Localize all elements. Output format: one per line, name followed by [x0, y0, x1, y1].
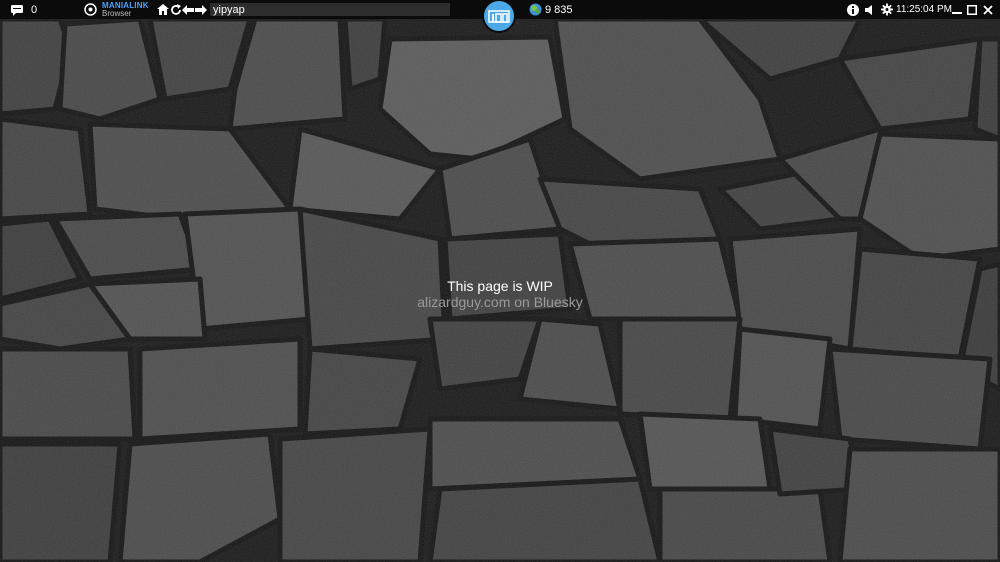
maniaplanet-home-icon[interactable] — [482, 0, 516, 33]
maximize-icon[interactable] — [966, 0, 978, 19]
chat-count: 0 — [31, 3, 38, 16]
brand-line-2: Browser — [102, 8, 132, 18]
close-icon[interactable] — [982, 0, 994, 19]
home-icon[interactable] — [157, 0, 169, 19]
address-input[interactable]: yipyap — [210, 3, 450, 16]
info-icon[interactable] — [847, 0, 859, 19]
top-toolbar: 0 MANIALINK Browser yipyap 9 835 11:25:0… — [0, 0, 1000, 33]
arrow-left-icon[interactable] — [182, 0, 194, 19]
gear-icon[interactable] — [881, 0, 893, 19]
minimize-icon[interactable] — [951, 0, 963, 19]
manialink-logo-icon — [84, 0, 98, 19]
browser-brand: MANIALINK Browser — [102, 0, 149, 19]
clock: 11:25:04 PM — [896, 4, 952, 15]
wip-title: This page is WIP — [447, 278, 553, 294]
arrow-right-icon[interactable] — [195, 0, 207, 19]
refresh-icon[interactable] — [170, 0, 182, 19]
speaker-icon[interactable] — [864, 0, 876, 19]
wip-message: This page is WIP alizardguy.com on Blues… — [0, 278, 1000, 310]
chat-bubble-icon[interactable] — [10, 0, 24, 19]
planets-coin-icon — [529, 0, 542, 19]
wip-credit: alizardguy.com on Bluesky — [417, 294, 583, 310]
planets-count: 9 835 — [545, 3, 573, 16]
